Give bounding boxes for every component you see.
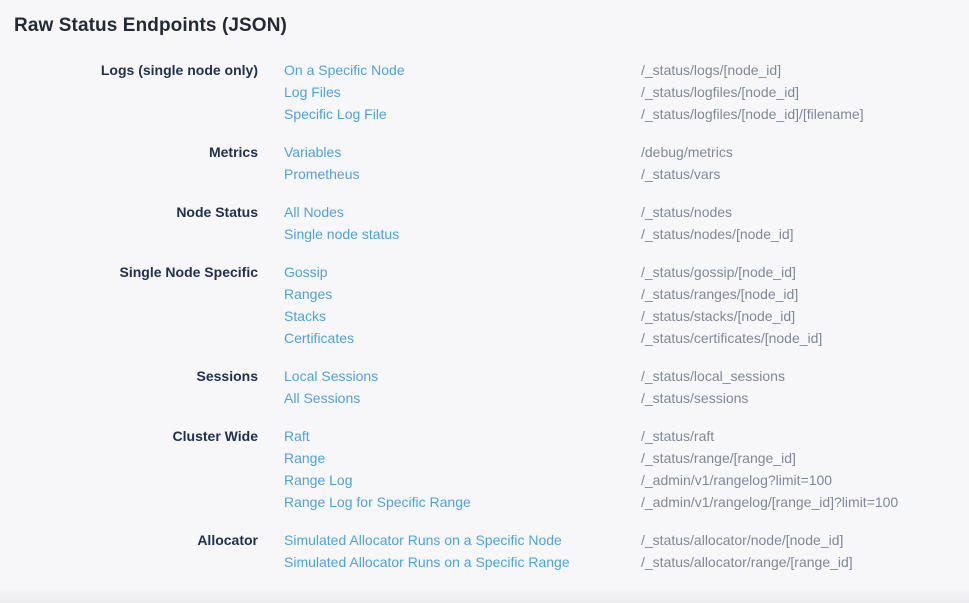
endpoint-path: /_admin/v1/rangelog/[range_id]?limit=100 — [641, 491, 969, 513]
endpoint-path: /_status/nodes/[node_id] — [641, 223, 969, 245]
endpoint-sections: Logs (single node only) On a Specific Nod… — [0, 59, 969, 573]
endpoint-item-list: Local Sessions/_status/local_sessionsAll… — [284, 365, 969, 409]
endpoint-section: Cluster Wide Raft/_status/raftRange/_stat… — [0, 425, 969, 513]
endpoint-row: Ranges/_status/ranges/[node_id] — [284, 283, 969, 305]
endpoint-row: Raft/_status/raft — [284, 425, 969, 447]
endpoint-item-list: Simulated Allocator Runs on a Specific N… — [284, 529, 969, 573]
category-label: Allocator — [0, 529, 258, 573]
endpoint-link[interactable]: Range Log for Specific Range — [284, 491, 641, 513]
endpoint-item-list: Raft/_status/raftRange/_status/range/[ra… — [284, 425, 969, 513]
endpoint-link[interactable]: Raft — [284, 425, 641, 447]
category-label: Sessions — [0, 365, 258, 409]
endpoint-section: Logs (single node only) On a Specific Nod… — [0, 59, 969, 125]
endpoint-section: Sessions Local Sessions/_status/local_ses… — [0, 365, 969, 409]
endpoint-path: /debug/metrics — [641, 141, 969, 163]
endpoint-item-list: On a Specific Node/_status/logs/[node_id… — [284, 59, 969, 125]
endpoint-row: Local Sessions/_status/local_sessions — [284, 365, 969, 387]
category-label: Single Node Specific — [0, 261, 258, 349]
endpoint-path: /_admin/v1/rangelog?limit=100 — [641, 469, 969, 491]
category-label: Cluster Wide — [0, 425, 258, 513]
endpoint-link[interactable]: Range — [284, 447, 641, 469]
endpoint-path: /_status/nodes — [641, 201, 969, 223]
endpoint-row: Log Files/_status/logfiles/[node_id] — [284, 81, 969, 103]
endpoint-row: On a Specific Node/_status/logs/[node_id… — [284, 59, 969, 81]
endpoint-link[interactable]: Stacks — [284, 305, 641, 327]
debug-endpoints-page: Raw Status Endpoints (JSON) Logs (single… — [0, 0, 969, 603]
endpoint-item-list: Variables/debug/metricsPrometheus/_statu… — [284, 141, 969, 185]
endpoint-link[interactable]: Variables — [284, 141, 641, 163]
endpoint-row: All Sessions/_status/sessions — [284, 387, 969, 409]
endpoint-item-list: All Nodes/_status/nodesSingle node statu… — [284, 201, 969, 245]
endpoint-link[interactable]: Simulated Allocator Runs on a Specific N… — [284, 529, 641, 551]
endpoint-row: Range Log/_admin/v1/rangelog?limit=100 — [284, 469, 969, 491]
endpoint-section: Allocator Simulated Allocator Runs on a S… — [0, 529, 969, 573]
endpoint-path: /_status/logfiles/[node_id] — [641, 81, 969, 103]
endpoint-path: /_status/sessions — [641, 387, 969, 409]
endpoint-row: Range Log for Specific Range/_admin/v1/r… — [284, 491, 969, 513]
endpoint-path: /_status/vars — [641, 163, 969, 185]
category-label: Logs (single node only) — [0, 59, 258, 125]
endpoint-row: Variables/debug/metrics — [284, 141, 969, 163]
category-label: Node Status — [0, 201, 258, 245]
endpoint-item-list: Gossip/_status/gossip/[node_id]Ranges/_s… — [284, 261, 969, 349]
endpoint-link[interactable]: All Sessions — [284, 387, 641, 409]
endpoint-row: Prometheus/_status/vars — [284, 163, 969, 185]
endpoint-row: Stacks/_status/stacks/[node_id] — [284, 305, 969, 327]
endpoint-link[interactable]: Specific Log File — [284, 103, 641, 125]
endpoint-row: All Nodes/_status/nodes — [284, 201, 969, 223]
endpoint-link[interactable]: Simulated Allocator Runs on a Specific R… — [284, 551, 641, 573]
endpoint-path: /_status/allocator/range/[range_id] — [641, 551, 969, 573]
endpoint-row: Gossip/_status/gossip/[node_id] — [284, 261, 969, 283]
endpoint-row: Specific Log File/_status/logfiles/[node… — [284, 103, 969, 125]
endpoint-row: Simulated Allocator Runs on a Specific R… — [284, 551, 969, 573]
endpoint-section: Metrics Variables/debug/metricsPrometheus… — [0, 141, 969, 185]
endpoint-path: /_status/ranges/[node_id] — [641, 283, 969, 305]
endpoint-link[interactable]: Gossip — [284, 261, 641, 283]
endpoint-link[interactable]: All Nodes — [284, 201, 641, 223]
endpoint-row: Certificates/_status/certificates/[node_… — [284, 327, 969, 349]
endpoint-link[interactable]: Prometheus — [284, 163, 641, 185]
endpoint-section: Node Status All Nodes/_status/nodesSingle… — [0, 201, 969, 245]
bottom-shadow-band — [0, 588, 969, 603]
endpoint-row: Range/_status/range/[range_id] — [284, 447, 969, 469]
endpoint-link[interactable]: Single node status — [284, 223, 641, 245]
endpoint-row: Single node status/_status/nodes/[node_i… — [284, 223, 969, 245]
endpoint-section: Single Node Specific Gossip/_status/gossi… — [0, 261, 969, 349]
endpoint-path: /_status/allocator/node/[node_id] — [641, 529, 969, 551]
endpoint-link[interactable]: Log Files — [284, 81, 641, 103]
endpoint-path: /_status/gossip/[node_id] — [641, 261, 969, 283]
page-title: Raw Status Endpoints (JSON) — [0, 0, 969, 38]
endpoint-path: /_status/certificates/[node_id] — [641, 327, 969, 349]
category-label: Metrics — [0, 141, 258, 185]
endpoint-path: /_status/stacks/[node_id] — [641, 305, 969, 327]
endpoint-path: /_status/logs/[node_id] — [641, 59, 969, 81]
endpoint-row: Simulated Allocator Runs on a Specific N… — [284, 529, 969, 551]
endpoint-path: /_status/range/[range_id] — [641, 447, 969, 469]
endpoint-path: /_status/raft — [641, 425, 969, 447]
endpoint-path: /_status/logfiles/[node_id]/[filename] — [641, 103, 969, 125]
endpoint-path: /_status/local_sessions — [641, 365, 969, 387]
endpoint-link[interactable]: Certificates — [284, 327, 641, 349]
endpoint-link[interactable]: Range Log — [284, 469, 641, 491]
endpoint-link[interactable]: Ranges — [284, 283, 641, 305]
endpoint-link[interactable]: On a Specific Node — [284, 59, 641, 81]
endpoint-link[interactable]: Local Sessions — [284, 365, 641, 387]
